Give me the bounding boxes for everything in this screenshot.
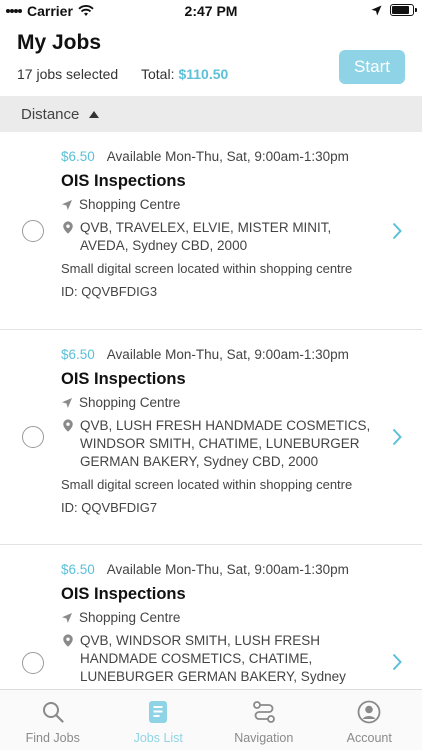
tab-label: Account	[346, 731, 392, 745]
location-arrow-icon	[371, 5, 382, 15]
route-icon	[252, 701, 275, 723]
chevron-right-icon[interactable]	[392, 222, 402, 240]
price-line: $6.50 Available Mon-Thu, Sat, 9:00am-1:30…	[61, 562, 349, 577]
job-title: OIS Inspections	[61, 370, 186, 388]
job-category: Shopping Centre	[61, 395, 180, 410]
job-id: ID: QQVBFDIG7	[61, 500, 158, 515]
location-arrow-icon	[62, 612, 72, 623]
job-price: $6.50	[61, 562, 95, 577]
tab-label: Jobs List	[133, 731, 183, 745]
price-line: $6.50 Available Mon-Thu, Sat, 9:00am-1:30…	[61, 347, 349, 362]
job-address-text: QVB, WINDSOR SMITH, LUSH FRESH HANDMADE …	[80, 633, 346, 689]
total-amount: $110.50	[178, 66, 229, 82]
job-address-text: QVB, TRAVELEX, ELVIE, MISTER MINIT, AVED…	[80, 220, 332, 253]
job-category-label: Shopping Centre	[79, 610, 181, 625]
tab-bar: Find Jobs Jobs List Navigation Account	[0, 689, 422, 750]
job-availability: Available Mon-Thu, Sat, 9:00am-1:30pm	[106, 347, 349, 362]
battery-icon	[390, 4, 417, 16]
job-address: QVB, LUSH FRESH HANDMADE COSMETICS, WIND…	[61, 417, 376, 471]
job-address: QVB, TRAVELEX, ELVIE, MISTER MINIT, AVED…	[61, 219, 376, 255]
job-title: OIS Inspections	[61, 585, 186, 603]
sort-ascending-icon	[89, 110, 100, 118]
jobs-list-icon	[149, 701, 168, 723]
job-availability: Available Mon-Thu, Sat, 9:00am-1:30pm	[106, 562, 349, 577]
map-pin-icon	[63, 419, 73, 432]
job-description: Small digital screen located within shop…	[61, 477, 353, 492]
location-arrow-icon	[62, 199, 72, 210]
job-select-radio[interactable]	[22, 220, 44, 242]
tab-label: Navigation	[234, 731, 294, 745]
map-pin-icon	[63, 221, 73, 234]
job-availability: Available Mon-Thu, Sat, 9:00am-1:30pm	[106, 149, 349, 164]
status-right	[371, 4, 417, 16]
job-price: $6.50	[61, 347, 95, 362]
search-icon	[42, 702, 64, 723]
job-select-radio[interactable]	[22, 652, 44, 674]
total-summary: Total: $110.50	[141, 66, 228, 82]
start-button[interactable]: Start	[339, 50, 405, 84]
location-arrow-icon	[62, 397, 72, 408]
job-card[interactable]: $6.50 Available Mon-Thu, Sat, 9:00am-1:30…	[0, 545, 422, 689]
jobs-list[interactable]: $6.50 Available Mon-Thu, Sat, 9:00am-1:30…	[0, 132, 422, 689]
account-icon	[357, 700, 381, 724]
job-address: QVB, WINDSOR SMITH, LUSH FRESH HANDMADE …	[61, 632, 376, 689]
page-title: My Jobs	[17, 31, 102, 54]
chevron-right-icon[interactable]	[392, 653, 402, 671]
price-line: $6.50 Available Mon-Thu, Sat, 9:00am-1:30…	[61, 149, 349, 164]
selected-count: 17 jobs selected	[17, 66, 119, 82]
sort-label: Distance	[21, 105, 80, 123]
job-address-text: QVB, LUSH FRESH HANDMADE COSMETICS, WIND…	[80, 418, 371, 469]
sort-bar[interactable]: Distance	[0, 96, 422, 132]
job-category: Shopping Centre	[61, 610, 180, 625]
tab-navigation[interactable]: Navigation	[211, 690, 317, 750]
job-description: Small digital screen located within shop…	[61, 261, 353, 276]
job-category-label: Shopping Centre	[79, 197, 181, 212]
tab-find-jobs[interactable]: Find Jobs	[0, 690, 106, 750]
chevron-right-icon[interactable]	[392, 428, 402, 446]
total-label: Total:	[141, 66, 175, 82]
job-card[interactable]: $6.50 Available Mon-Thu, Sat, 9:00am-1:30…	[0, 330, 422, 545]
status-time: 2:47 PM	[184, 3, 238, 19]
map-pin-icon	[63, 634, 73, 647]
status-bar: Carrier 2:47 PM	[0, 0, 422, 22]
job-category: Shopping Centre	[61, 197, 180, 212]
job-card[interactable]: $6.50 Available Mon-Thu, Sat, 9:00am-1:30…	[0, 132, 422, 330]
header: My Jobs 17 jobs selected Total: $110.50 S…	[0, 22, 422, 96]
tab-jobs-list[interactable]: Jobs List	[106, 690, 212, 750]
job-id: ID: QQVBFDIG3	[61, 284, 158, 299]
tab-label: Find Jobs	[25, 731, 80, 745]
job-select-radio[interactable]	[22, 426, 44, 448]
tab-account[interactable]: Account	[317, 690, 422, 750]
job-category-label: Shopping Centre	[79, 395, 181, 410]
job-price: $6.50	[61, 149, 95, 164]
job-title: OIS Inspections	[61, 172, 186, 190]
